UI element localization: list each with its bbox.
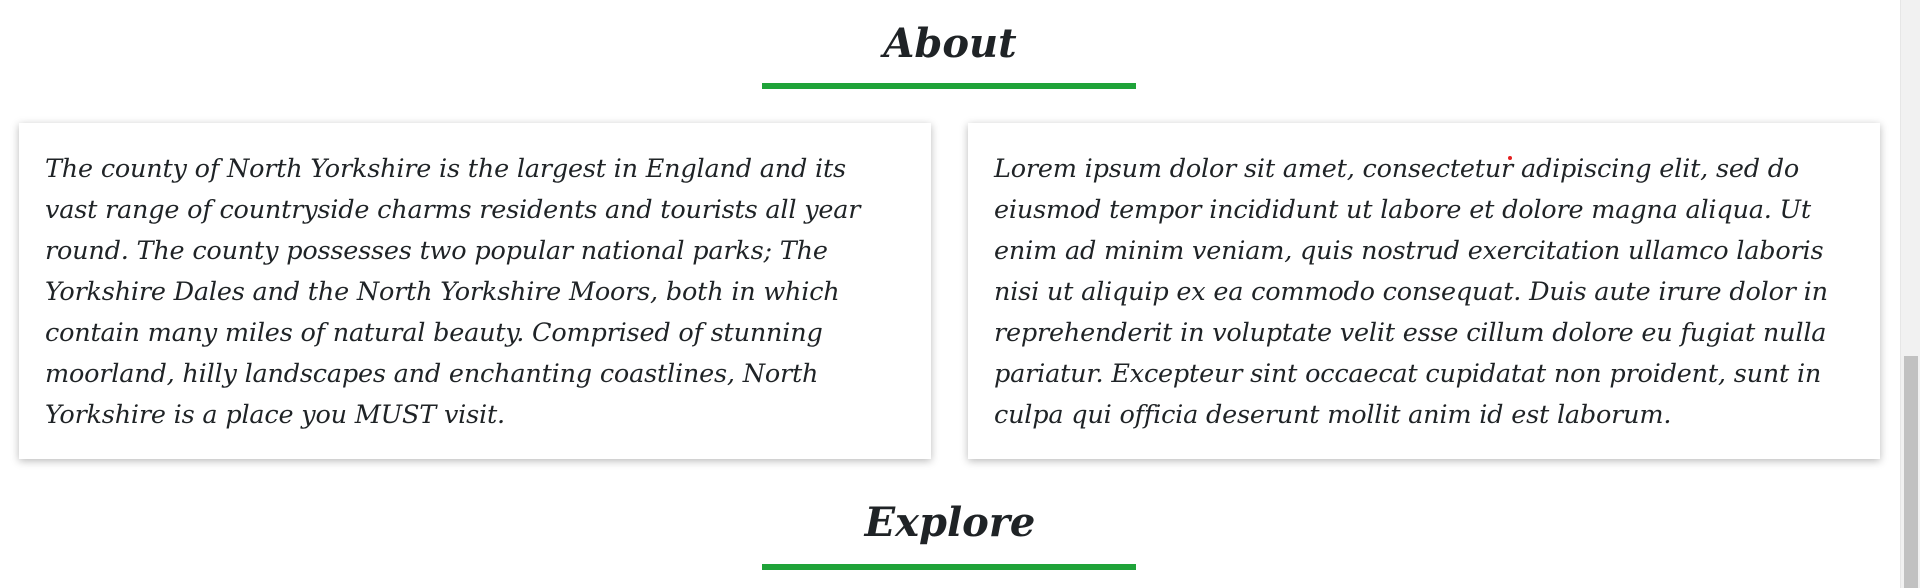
about-card-lorem: Lorem ipsum dolor sit amet, consectetur …: [968, 123, 1880, 459]
main-content: About The county of North Yorkshire is t…: [0, 0, 1900, 588]
vertical-scrollbar[interactable]: [1900, 0, 1920, 588]
about-card-north-yorkshire: The county of North Yorkshire is the lar…: [19, 123, 931, 459]
about-card-text: The county of North Yorkshire is the lar…: [45, 154, 861, 430]
about-card-text: Lorem ipsum dolor sit amet, consectetur …: [994, 154, 1828, 430]
cursor-dot: [1508, 156, 1512, 160]
explore-heading-underline: [762, 564, 1136, 570]
about-heading: About: [883, 20, 1017, 67]
about-heading-underline: [762, 83, 1136, 89]
page: About The county of North Yorkshire is t…: [0, 0, 1920, 588]
scrollbar-thumb[interactable]: [1904, 356, 1918, 588]
explore-heading: Explore: [864, 499, 1036, 546]
